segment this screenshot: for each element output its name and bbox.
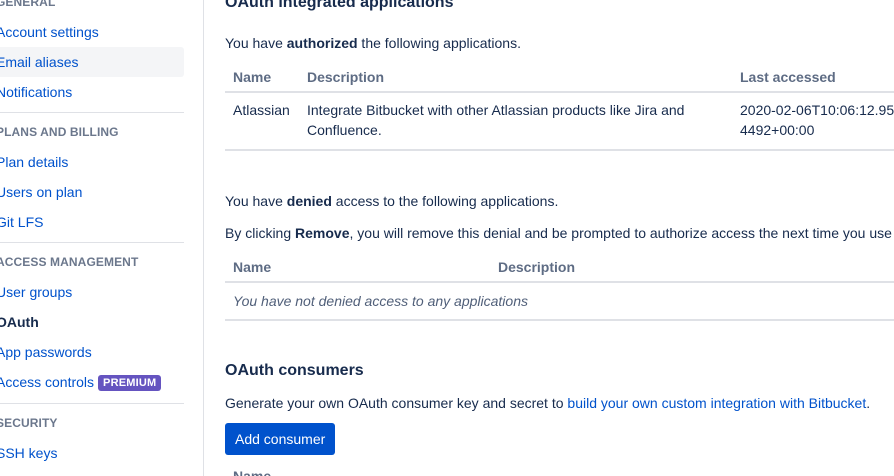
sidebar-item-users-on-plan[interactable]: Users on plan [0,177,184,207]
remove-emphasis: Remove [295,225,350,241]
sidebar-divider [0,403,184,404]
text-fragment: You have [225,193,287,209]
section-title-integrated-applications: OAuth integrated applications [225,0,454,11]
sidebar-item-email-aliases[interactable]: Email aliases [0,47,184,77]
sidebar-divider [0,112,184,113]
column-header-description: Description [307,69,385,85]
authorized-table-header: Name Description Last accessed [225,61,894,93]
premium-badge: PREMIUM [98,375,162,391]
sidebar-item-git-lfs[interactable]: Git LFS [0,207,184,237]
remove-explanation: By clicking Remove, you will remove this… [225,225,892,241]
column-header-name: Name [233,259,272,275]
sidebar-divider [0,242,184,243]
sidebar-item-app-passwords[interactable]: App passwords [0,337,184,367]
sidebar-item-oauth[interactable]: OAuth [0,307,184,337]
text-fragment: access to the following applications. [331,193,559,209]
text-fragment: Generate your own OAuth consumer key and… [225,395,568,411]
custom-integration-link[interactable]: build your own custom integration with B… [567,395,866,411]
sidebar-item-notifications[interactable]: Notifications [0,77,184,107]
sidebar-heading-plans-and-billing: PLANS AND BILLING [0,125,119,139]
authorized-intro: You have authorized the following applic… [225,35,521,51]
add-consumer-button[interactable]: Add consumer [225,423,336,455]
text-fragment: By clicking [225,225,296,241]
denied-table-header: Name Description [225,251,894,283]
column-header-last-accessed: Last accessed [740,69,836,85]
denied-empty-message: You have not denied access to any applic… [233,293,528,309]
sidebar-heading-security: SECURITY [0,416,58,430]
sidebar-item-ssh-keys[interactable]: SSH keys [0,438,184,468]
app-description-cell: Integrate Bitbucket with other Atlassian… [307,102,685,138]
main-content: OAuth integrated applications You have a… [225,0,894,476]
page: GENERAL Account settings Email aliases N… [0,0,894,476]
sidebar-heading-access-management: ACCESS MANAGEMENT [0,255,139,269]
sidebar-item-plan-details[interactable]: Plan details [0,147,184,177]
table-row: Atlassian Integrate Bitbucket with other… [225,93,894,151]
app-name-cell: Atlassian [233,102,290,118]
authorized-emphasis: authorized [286,35,358,51]
text-fragment: You have [225,35,287,51]
sidebar-item-label: Access controls [0,374,95,390]
column-header-name: Name [233,69,272,85]
settings-sidebar: GENERAL Account settings Email aliases N… [0,0,204,476]
sidebar-item-account-settings[interactable]: Account settings [0,17,184,47]
consumers-column-header-name: Name [233,468,272,476]
denied-emphasis: denied [286,193,332,209]
table-row: You have not denied access to any applic… [225,283,894,321]
sidebar-heading-general: GENERAL [0,0,56,9]
sidebar-item-access-controls[interactable]: Access controls PREMIUM [0,367,184,397]
consumers-intro: Generate your own OAuth consumer key and… [225,395,870,411]
last-accessed-cell: 2020-02-06T10:06:12.954492+00:00 [740,102,894,138]
sidebar-item-user-groups[interactable]: User groups [0,277,184,307]
text-fragment: , you will remove this denial and be pro… [349,225,892,241]
text-fragment: the following applications. [357,35,521,51]
denied-intro: You have denied access to the following … [225,193,558,209]
column-header-description: Description [498,259,576,275]
section-title-oauth-consumers: OAuth consumers [225,362,364,379]
text-fragment: . [866,395,871,411]
